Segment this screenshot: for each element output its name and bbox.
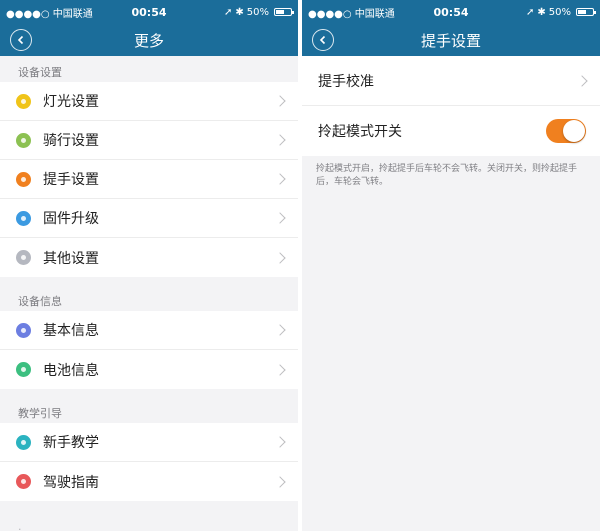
settings-item-label: 电池信息 — [43, 362, 99, 379]
settings-item[interactable]: 固件升级 — [0, 199, 298, 238]
chevron-right-icon — [274, 436, 286, 448]
lift-mode-row: 拎起模式开关 — [302, 106, 600, 156]
chevron-right-icon — [576, 74, 588, 87]
handle-settings-group: 提手校准 拎起模式开关 — [302, 56, 600, 156]
section-header-cutoff: · — [18, 523, 22, 531]
settings-item[interactable]: 灯光设置 — [0, 82, 298, 121]
chevron-right-icon — [274, 212, 286, 224]
bluetooth-icon: ✱ — [235, 6, 244, 18]
settings-group: 新手教学 驾驶指南 — [0, 423, 298, 501]
battery-percent: 50% — [246, 6, 269, 18]
guide-icon — [16, 474, 31, 489]
lift-mode-note: 拎起模式开启，拎起提手后车轮不会飞转。关闭开关，则拎起提手后，车轮会飞转。 — [316, 164, 578, 187]
settings-item-label: 提手设置 — [43, 172, 99, 188]
location-icon: ➚ — [223, 6, 233, 18]
info-icon — [16, 322, 31, 338]
section-header: 设备信息 — [18, 295, 62, 308]
chevron-right-icon — [274, 251, 286, 264]
settings-item[interactable]: 电池信息 — [0, 350, 298, 389]
settings-item[interactable]: 新手教学 — [0, 423, 298, 462]
page-title: 更多 — [133, 31, 164, 50]
battery-icon — [274, 8, 294, 16]
handle-calibration-row[interactable]: 提手校准 — [302, 56, 600, 106]
battery-icon — [576, 8, 596, 16]
handle-icon — [16, 171, 31, 187]
status-bar: ●●●●○ 中国联通 00:54 ➚ ✱ 50% — [0, 0, 298, 24]
handle-settings-screen: ●●●●○ 中国联通 00:54 ➚ ✱ 50% 提手设置 提手校准 拎起模式开… — [302, 0, 600, 531]
settings-item-label: 骑行设置 — [43, 133, 99, 149]
lift-mode-label: 拎起模式开关 — [318, 124, 402, 140]
chevron-right-icon — [274, 134, 286, 146]
nav-bar: 提手设置 — [302, 24, 600, 56]
back-button[interactable] — [312, 29, 334, 51]
other-icon — [16, 250, 31, 265]
chevron-right-icon — [274, 475, 286, 488]
battery-icon — [16, 362, 31, 377]
status-bar: ●●●●○ 中国联通 00:54 ➚ ✱ 50% — [302, 0, 600, 24]
settings-item-label: 新手教学 — [43, 435, 99, 451]
page-title: 提手设置 — [420, 31, 481, 50]
section-header: 设备设置 — [18, 66, 62, 79]
chevron-left-icon — [319, 35, 326, 45]
nav-bar: 更多 — [0, 24, 298, 56]
status-right: ➚ ✱ 50% — [525, 6, 596, 18]
settings-item[interactable]: 驾驶指南 — [0, 462, 298, 501]
carrier-text: ●●●●○ 中国联通 — [6, 8, 93, 20]
settings-group: 灯光设置骑行设置提手设置固件升级其他设置 — [0, 82, 298, 277]
light-icon — [16, 93, 31, 109]
settings-screen: ●●●●○ 中国联通 00:54 ➚ ✱ 50% 更多 设备设置灯光设置骑行设置… — [0, 0, 298, 531]
settings-item-label: 驾驶指南 — [43, 474, 99, 491]
chevron-right-icon — [274, 324, 286, 336]
chevron-right-icon — [274, 363, 286, 376]
settings-item[interactable]: 骑行设置 — [0, 121, 298, 160]
settings-group: 基本信息 电池信息 — [0, 311, 298, 389]
bluetooth-icon: ✱ — [537, 6, 546, 18]
handle-calibration-label: 提手校准 — [318, 73, 374, 90]
settings-item[interactable]: 其他设置 — [0, 238, 298, 277]
ride-icon — [16, 132, 31, 148]
chevron-right-icon — [274, 95, 286, 107]
settings-item-label: 其他设置 — [43, 250, 99, 267]
settings-item-label: 基本信息 — [43, 323, 99, 339]
firmware-icon — [16, 210, 31, 226]
toggle-knob — [563, 120, 585, 142]
settings-item[interactable]: 提手设置 — [0, 160, 298, 199]
tutorial-icon — [16, 434, 31, 450]
location-icon: ➚ — [525, 6, 535, 18]
back-button[interactable] — [10, 29, 32, 51]
lift-mode-toggle[interactable] — [546, 119, 586, 143]
section-header: 教学引导 — [18, 407, 62, 420]
chevron-right-icon — [274, 173, 286, 185]
settings-item[interactable]: 基本信息 — [0, 311, 298, 350]
settings-item-label: 灯光设置 — [43, 94, 99, 110]
carrier-text: ●●●●○ 中国联通 — [308, 8, 395, 20]
chevron-left-icon — [17, 35, 24, 45]
status-right: ➚ ✱ 50% — [223, 6, 294, 18]
settings-item-label: 固件升级 — [43, 211, 99, 227]
battery-percent: 50% — [548, 6, 571, 18]
